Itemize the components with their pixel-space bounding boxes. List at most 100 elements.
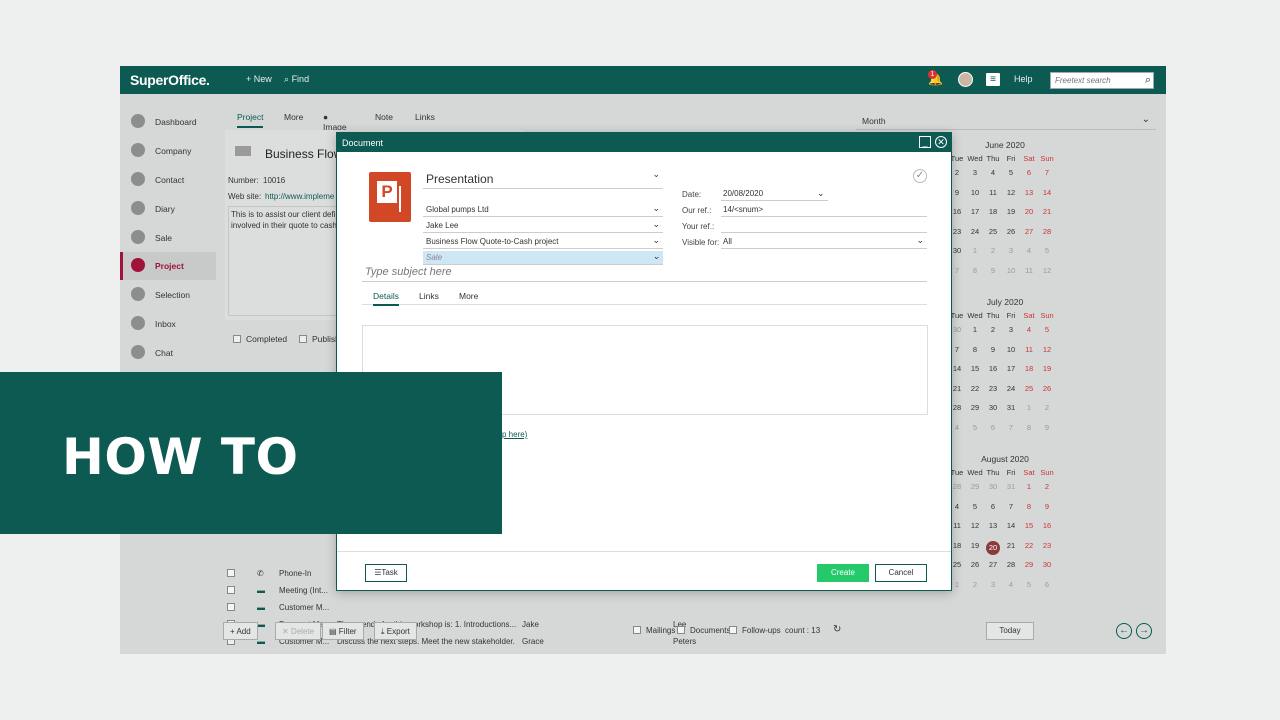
sidebar-item-dashboard[interactable]: Dashboard (120, 108, 216, 136)
calendar-day[interactable]: 4 (984, 168, 1002, 177)
checkbox-box[interactable] (633, 626, 641, 634)
visible-for-select[interactable]: All ⌄ (721, 235, 927, 249)
calendar-day[interactable]: 9 (1038, 423, 1056, 432)
calendar-day[interactable]: 11 (1020, 345, 1038, 354)
company-select[interactable]: Global pumps Ltd ⌄ (423, 203, 663, 217)
new-button[interactable]: + New (246, 74, 272, 84)
calendar-day[interactable]: 3 (1002, 325, 1020, 334)
calendar-day[interactable]: 27 (984, 560, 1002, 569)
calendar-day[interactable]: 31 (1002, 482, 1020, 491)
calendar-day[interactable]: 5 (966, 423, 984, 432)
calendar-day[interactable]: 18 (984, 207, 1002, 216)
calendar-day[interactable]: 12 (1038, 345, 1056, 354)
help-link-fragment[interactable]: p here) (502, 430, 527, 439)
calendar-day[interactable]: 19 (1038, 364, 1056, 373)
followups-checkbox[interactable]: Follow-ups (729, 626, 781, 635)
sidebar-item-selection[interactable]: Selection (120, 281, 216, 309)
calendar-day[interactable]: 9 (984, 266, 1002, 275)
tab-more[interactable]: More (284, 112, 303, 126)
calendar-day[interactable]: 2 (966, 580, 984, 589)
calendar-day[interactable]: 10 (1002, 345, 1020, 354)
calendar-day[interactable]: 8 (966, 266, 984, 275)
calendar-day[interactable]: 24 (966, 227, 984, 236)
sidebar-item-company[interactable]: Company (120, 137, 216, 165)
calendar-day[interactable]: 27 (1020, 227, 1038, 236)
tab-note[interactable]: Note (375, 112, 393, 126)
checkbox-box[interactable] (677, 626, 685, 634)
calendar-day[interactable]: 7 (1002, 502, 1020, 511)
tab-project[interactable]: Project (237, 112, 264, 128)
calendar-day[interactable]: 4 (1020, 325, 1038, 334)
calendar-day[interactable]: 3 (1002, 246, 1020, 255)
calendar-day[interactable]: 5 (1020, 580, 1038, 589)
menu-icon[interactable]: ≡ (986, 73, 1000, 86)
close-icon[interactable]: ✕ (935, 136, 947, 148)
calendar-day[interactable]: 18 (1020, 364, 1038, 373)
calendar-day[interactable]: 22 (1020, 541, 1038, 550)
calendar-day[interactable]: 11 (984, 188, 1002, 197)
subject-input[interactable]: Type subject here (362, 266, 927, 282)
template-select[interactable]: Presentation ⌄ (423, 169, 663, 189)
calendar-day[interactable]: 9 (984, 345, 1002, 354)
calendar-day[interactable]: 21 (1002, 541, 1020, 550)
calendar-day[interactable]: 8 (1020, 423, 1038, 432)
calendar-day[interactable]: 30 (1038, 560, 1056, 569)
previous-arrow-icon[interactable]: ← (1116, 623, 1132, 639)
mailings-checkbox[interactable]: Mailings (633, 626, 675, 635)
calendar-day[interactable]: 7 (1038, 168, 1056, 177)
calendar-day[interactable]: 26 (1002, 227, 1020, 236)
add-button[interactable]: + Add (223, 622, 258, 640)
calendar-day[interactable]: 4 (1002, 580, 1020, 589)
calendar-day[interactable]: 2 (984, 325, 1002, 334)
calendar-day[interactable]: 26 (966, 560, 984, 569)
row-checkbox[interactable] (227, 569, 235, 577)
project-select[interactable]: Business Flow Quote-to-Cash project ⌄ (423, 235, 663, 249)
calendar-day[interactable]: 2 (984, 246, 1002, 255)
calendar-day[interactable]: 16 (984, 364, 1002, 373)
sidebar-item-diary[interactable]: Diary (120, 195, 216, 223)
calendar-day[interactable]: 11 (1020, 266, 1038, 275)
calendar-day[interactable]: 25 (984, 227, 1002, 236)
calendar-day[interactable]: 7 (1002, 423, 1020, 432)
checkbox-box[interactable] (299, 335, 307, 343)
calendar-day[interactable]: 1 (1020, 482, 1038, 491)
calendar-day[interactable]: 12 (1038, 266, 1056, 275)
publish-checkbox[interactable]: Publish (299, 334, 340, 344)
delete-button[interactable]: ✕ Delete (275, 622, 322, 640)
tab-more[interactable]: More (459, 291, 478, 301)
calendar-day[interactable]: 25 (1020, 384, 1038, 393)
date-field[interactable]: 20/08/2020 (721, 188, 828, 201)
tab-links[interactable]: Links (419, 291, 439, 301)
calendar-day[interactable]: 5 (1002, 168, 1020, 177)
contact-select[interactable]: Jake Lee ⌄ (423, 219, 663, 233)
row-checkbox[interactable] (227, 586, 235, 594)
calendar-day[interactable]: 12 (1002, 188, 1020, 197)
sidebar-item-sale[interactable]: Sale (120, 224, 216, 252)
minimize-icon[interactable]: _ (919, 136, 931, 148)
calendar-day[interactable]: 10 (1002, 266, 1020, 275)
today-button[interactable]: Today (986, 622, 1034, 640)
calendar-day[interactable]: 28 (1002, 560, 1020, 569)
calendar-day[interactable]: 29 (966, 482, 984, 491)
calendar-day[interactable]: 2 (1038, 403, 1056, 412)
calendar-day[interactable]: 20 (1020, 207, 1038, 216)
sidebar-item-chat[interactable]: Chat (120, 339, 216, 367)
calendar-day[interactable]: 14 (1002, 521, 1020, 530)
calendar-day[interactable]: 19 (966, 541, 984, 550)
calendar-day[interactable]: 10 (966, 188, 984, 197)
calendar-day[interactable]: 22 (966, 384, 984, 393)
search-icon[interactable]: ⌕ (1145, 74, 1151, 87)
export-button[interactable]: ⤓ Export (374, 622, 417, 640)
calendar-day[interactable]: 1 (966, 246, 984, 255)
calendar-day[interactable]: 6 (984, 502, 1002, 511)
calendar-day[interactable]: 23 (1038, 541, 1056, 550)
calendar-day[interactable]: 3 (966, 168, 984, 177)
calendar-day[interactable]: 30 (984, 482, 1002, 491)
tab-details[interactable]: Details (373, 291, 399, 306)
calendar-day[interactable]: 2 (1038, 482, 1056, 491)
calendar-day[interactable]: 6 (984, 423, 1002, 432)
calendar-day[interactable]: 20 (986, 540, 1000, 555)
calendar-day[interactable]: 28 (1038, 227, 1056, 236)
calendar-day[interactable]: 9 (1038, 502, 1056, 511)
calendar-day[interactable]: 6 (1020, 168, 1038, 177)
